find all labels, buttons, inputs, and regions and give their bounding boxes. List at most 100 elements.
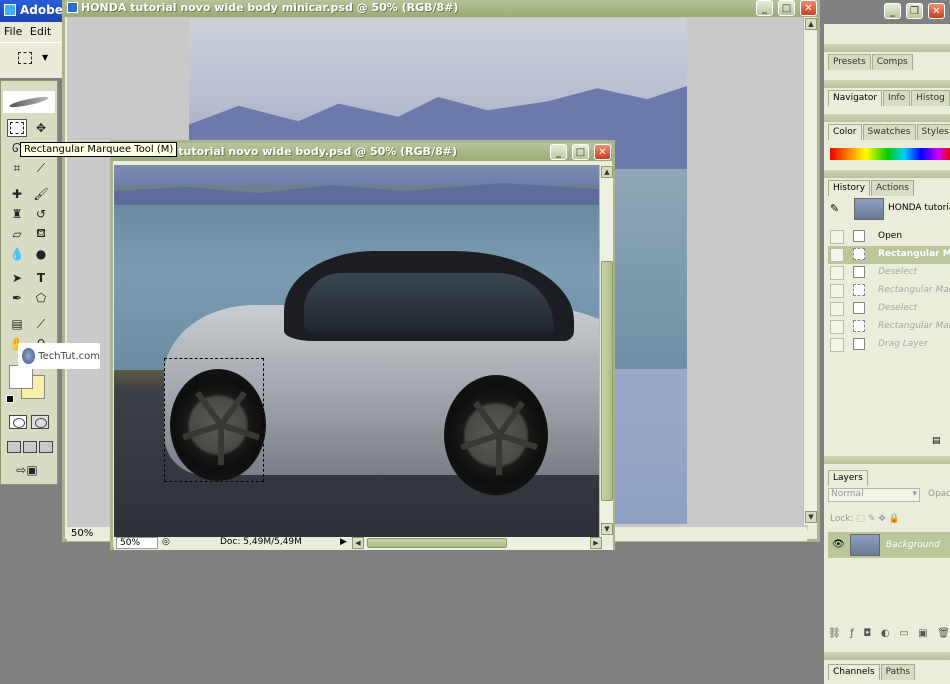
lock-transparent-icon[interactable]: ⬚ [856,514,865,524]
fg-close-button[interactable]: ✕ [594,144,611,160]
brush-tool-icon[interactable]: 🖌 [31,185,51,203]
crop-tool-icon[interactable]: ⌗ [7,159,27,177]
history-item[interactable]: Drag Layer [828,336,950,354]
document-titlebar[interactable]: HONDA tutorial novo wide body.psd @ 50% … [113,143,612,161]
scroll-thumb[interactable] [367,538,507,548]
scroll-right-arrow-icon[interactable]: ▶ [590,537,602,549]
tab-navigator[interactable]: Navigator [828,90,883,106]
zoom-field[interactable]: 50% [116,537,158,549]
history-source-checkbox[interactable] [830,302,844,316]
type-tool-icon[interactable]: T [31,269,51,287]
lock-image-icon[interactable]: ✎ [868,514,876,524]
history-snapshot[interactable]: ✎ HONDA tutorial [830,198,950,220]
path-selection-tool-icon[interactable]: ➤ [7,269,27,287]
horizontal-scrollbar[interactable]: ◀ ▶ [352,537,604,549]
history-item-current[interactable]: Rectangular Ma [828,246,950,264]
history-panel-buttons-icon[interactable]: ▤ [932,436,941,446]
palette-grip[interactable] [824,652,950,660]
palette-grip[interactable] [824,114,950,122]
bg-close-button[interactable]: ✕ [800,0,817,16]
history-item[interactable]: Deselect [828,264,950,282]
default-colors-icon[interactable] [6,395,14,403]
quick-mask-mode-icon[interactable] [31,415,49,429]
document-window-wide-body[interactable]: HONDA tutorial novo wide body.psd @ 50% … [110,140,615,550]
history-source-checkbox[interactable] [830,266,844,280]
bg-minimize-button[interactable]: _ [756,0,773,16]
status-arrow-icon[interactable]: ▶ [340,537,347,547]
healing-brush-tool-icon[interactable]: ✚ [7,185,27,203]
slice-tool-icon[interactable]: ⟋ [31,159,51,177]
blend-mode-select[interactable]: Normal ▾ [828,488,920,502]
history-source-checkbox[interactable] [830,320,844,334]
palette-grip[interactable] [824,456,950,464]
fg-minimize-button[interactable]: _ [550,144,567,160]
document-titlebar[interactable]: HONDA tutorial novo wide body minicar.ps… [65,0,817,17]
history-source-checkbox[interactable] [830,248,844,262]
menu-edit[interactable]: Edit [26,22,51,38]
status-menu-icon[interactable]: ◎ [162,537,170,547]
zoom-level[interactable]: 50% [71,528,93,539]
tool-preset-marquee-icon[interactable] [18,52,32,64]
new-layer-icon[interactable]: ▣ [918,628,927,644]
tool-preset-dropdown-icon[interactable]: ▼ [42,53,48,62]
document-canvas[interactable] [114,165,599,537]
eyedropper-tool-icon[interactable]: ⟋ [31,315,51,333]
app-restore-button[interactable]: ❐ [906,3,923,19]
history-brush-source-icon[interactable]: ✎ [830,202,839,215]
history-source-checkbox[interactable] [830,338,844,352]
history-source-checkbox[interactable] [830,230,844,244]
full-screen-menu-mode-icon[interactable] [23,441,37,453]
eye-icon[interactable]: 👁 [832,539,845,550]
history-item[interactable]: Rectangular Mar [828,282,950,300]
tab-paths[interactable]: Paths [880,664,916,680]
vertical-scrollbar[interactable]: ▲ ▼ [803,17,817,525]
tab-layers[interactable]: Layers [828,470,868,486]
lock-all-icon[interactable]: 🔒 [889,514,900,524]
shape-tool-icon[interactable]: ⬠ [31,289,51,307]
history-item[interactable]: Rectangular Mar [828,318,950,336]
fg-maximize-button[interactable]: □ [572,144,589,160]
app-minimize-button[interactable]: _ [884,3,901,19]
full-screen-mode-icon[interactable] [39,441,53,453]
trash-icon[interactable]: 🗑 [937,628,950,644]
history-source-checkbox[interactable] [830,284,844,298]
tab-comps[interactable]: Comps [871,54,913,70]
scroll-left-arrow-icon[interactable]: ◀ [352,537,364,549]
dodge-tool-icon[interactable]: ● [31,245,51,263]
bg-maximize-button[interactable]: □ [778,0,795,16]
standard-screen-mode-icon[interactable] [7,441,21,453]
adobe-feather-logo-icon[interactable] [3,91,55,113]
tab-actions[interactable]: Actions [871,180,914,196]
notes-tool-icon[interactable]: ▤ [7,315,27,333]
scroll-down-arrow-icon[interactable]: ▼ [805,511,817,523]
scroll-thumb[interactable] [601,261,613,501]
adjustment-layer-icon[interactable]: ◐ [881,628,890,644]
scroll-up-arrow-icon[interactable]: ▲ [805,18,817,30]
tab-histogram[interactable]: Histog [911,90,950,106]
scroll-up-arrow-icon[interactable]: ▲ [601,166,613,178]
lock-position-icon[interactable]: ✥ [878,514,886,524]
move-tool-icon[interactable]: ✥ [31,119,51,137]
new-group-icon[interactable]: ▭ [899,628,908,644]
menu-file[interactable]: File [0,22,22,38]
pen-tool-icon[interactable]: ✒ [7,289,27,307]
standard-mode-icon[interactable] [9,415,27,429]
tab-channels[interactable]: Channels [828,664,880,680]
layer-row-background[interactable]: 👁 Background [828,532,950,558]
app-close-button[interactable]: ✕ [928,3,945,19]
color-spectrum-bar[interactable] [830,148,950,160]
clone-stamp-tool-icon[interactable]: ♜ [7,205,27,223]
rectangular-marquee-tool-icon[interactable] [7,119,27,137]
palette-grip[interactable] [824,80,950,88]
jump-to-imageready-icon[interactable]: ⇨▣ [7,461,47,479]
vertical-scrollbar[interactable]: ▲ ▼ [599,165,613,537]
eraser-tool-icon[interactable]: ▱ [7,225,27,243]
tab-styles[interactable]: Styles [916,124,950,140]
history-item[interactable]: Open [828,228,950,246]
tab-swatches[interactable]: Swatches [862,124,916,140]
tab-color[interactable]: Color [828,124,862,140]
tab-presets[interactable]: Presets [828,54,871,70]
blur-tool-icon[interactable]: 💧 [7,245,27,263]
paint-bucket-tool-icon[interactable]: ⛾ [31,225,51,243]
palette-grip[interactable] [824,44,950,52]
